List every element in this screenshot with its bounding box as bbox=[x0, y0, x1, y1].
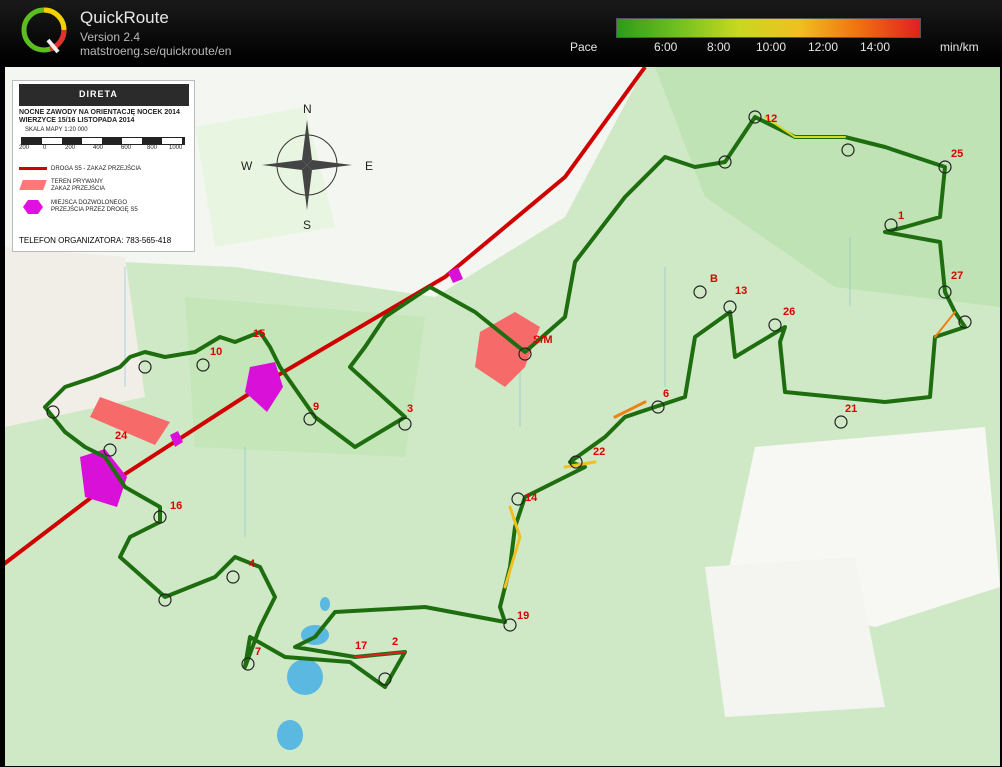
control-number-26: 26 bbox=[783, 306, 795, 318]
scale-bar bbox=[21, 137, 185, 145]
scale-number: 800 bbox=[147, 145, 158, 151]
scale-label: SKALA MAPY 1:20 000 bbox=[25, 127, 88, 133]
control-letter-b: B bbox=[710, 273, 718, 285]
highway-symbol bbox=[19, 167, 47, 170]
pace-tick: 8:00 bbox=[707, 40, 731, 54]
control-number-27: 27 bbox=[951, 270, 963, 282]
pace-tick: 12:00 bbox=[808, 40, 839, 54]
map-legend: DIRETA NOCNE ZAWODY NA ORIENTACJĘ NOCEK … bbox=[12, 80, 195, 252]
legend-private-1: TEREN PRYWANY bbox=[51, 179, 104, 185]
app-title: QuickRoute bbox=[80, 8, 169, 27]
control-number-3: 3 bbox=[407, 403, 413, 415]
compass-w: W bbox=[241, 159, 253, 173]
pace-unit: min/km bbox=[940, 40, 979, 54]
legend-private-2: ZAKAZ PRZEJŚCIA bbox=[51, 186, 106, 192]
crossing-symbol bbox=[23, 200, 43, 214]
control-number-24: 24 bbox=[115, 430, 128, 442]
scale-number: 1000 bbox=[169, 145, 183, 151]
control-number-4: 4 bbox=[249, 558, 256, 570]
quickroute-header: QuickRoute Version 2.4 matstroeng.se/qui… bbox=[0, 0, 1002, 62]
club-name: DIRETA bbox=[79, 89, 118, 99]
pace-label: Pace bbox=[570, 40, 598, 54]
quickroute-logo bbox=[21, 7, 67, 54]
pace-tick: 10:00 bbox=[756, 40, 787, 54]
control-number-22: 22 bbox=[593, 446, 605, 458]
control-number-16: 16 bbox=[170, 500, 182, 512]
scale-number: 0 bbox=[43, 145, 47, 151]
scale-number: 200 bbox=[65, 145, 76, 151]
control-number-19: 19 bbox=[517, 610, 529, 622]
control-number-21: 21 bbox=[845, 403, 857, 415]
app-version: Version 2.4 bbox=[80, 30, 141, 44]
legend-crossing-2: PRZEJŚCIA PRZEZ DROGĘ S5 bbox=[51, 207, 138, 213]
pace-tick: 6:00 bbox=[654, 40, 678, 54]
app-url[interactable]: matstroeng.se/quickroute/en bbox=[80, 44, 231, 58]
scale-number: 600 bbox=[121, 145, 132, 151]
control-number-9: 9 bbox=[313, 401, 319, 413]
open-area-west bbox=[5, 247, 145, 427]
scale-number: 200 bbox=[19, 145, 30, 151]
control-number-2: 2 bbox=[392, 636, 398, 648]
lake bbox=[277, 720, 303, 750]
forest-mid bbox=[185, 297, 425, 457]
control-number-15: 15 bbox=[253, 328, 265, 340]
control-number-25: 25 bbox=[951, 148, 963, 160]
control-number-12: 12 bbox=[765, 113, 777, 125]
compass-e: E bbox=[365, 159, 373, 173]
control-number-17: 17 bbox=[355, 640, 367, 652]
start-finish-label: S/M bbox=[533, 334, 553, 346]
open-area-rakowo bbox=[705, 557, 885, 717]
scale-number: 400 bbox=[93, 145, 104, 151]
control-number-10: 10 bbox=[210, 346, 222, 358]
control-number-7: 7 bbox=[255, 646, 261, 658]
control-number-13: 13 bbox=[735, 285, 747, 297]
legend-crossing-1: MIEJSCA DOZWOLONEGO bbox=[51, 200, 128, 206]
pace-color-scale bbox=[616, 18, 921, 38]
compass-s: S bbox=[303, 218, 311, 232]
event-title: NOCNE ZAWODY NA ORIENTACJĘ NOCEK 2014 bbox=[19, 109, 180, 116]
pace-tick: 14:00 bbox=[860, 40, 891, 54]
control-number-14: 14 bbox=[525, 492, 538, 504]
organizer-phone: TELEFON ORGANIZATORA: 783-565-418 bbox=[19, 236, 172, 245]
club-banner: DIRETA bbox=[19, 84, 189, 106]
lake bbox=[320, 597, 330, 611]
compass-n: N bbox=[303, 102, 312, 116]
control-number-1: 1 bbox=[898, 210, 904, 222]
private-area-symbol bbox=[19, 180, 47, 190]
control-number-6: 6 bbox=[663, 388, 669, 400]
lake bbox=[287, 659, 323, 695]
legend-highway: DROGA S5 - ZAKAZ PRZEJŚCIA bbox=[51, 166, 142, 172]
event-date: WIERZYCE 15/16 LISTOPADA 2014 bbox=[19, 117, 135, 124]
